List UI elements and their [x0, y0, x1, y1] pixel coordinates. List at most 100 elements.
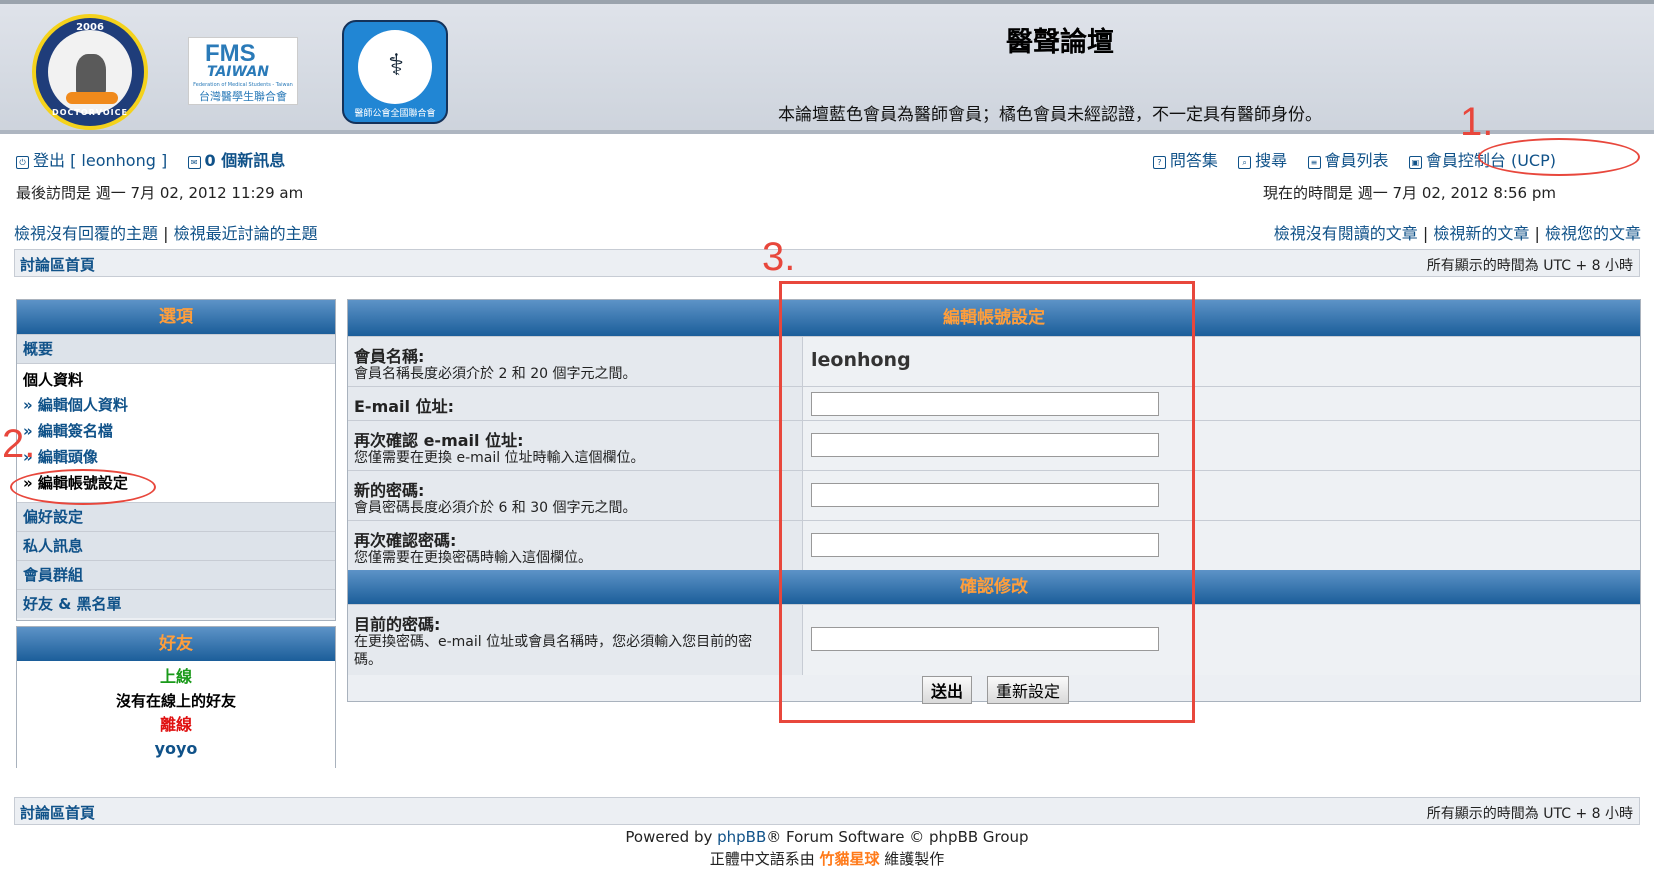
faq-link[interactable]: ? 問答集 — [1152, 151, 1218, 170]
confirm-password-desc: 您僅需要在更換密碼時輸入這個欄位。 — [354, 550, 592, 566]
user-nav-left: ⏻ 登出 [ leonhong ] ✉ 0 個新訊息 — [16, 147, 285, 171]
username-label: 會員名稱: — [354, 347, 425, 366]
sidebar-item-friends-foes[interactable]: 好友 & 黑名單 — [17, 589, 335, 618]
sidebar-item-preferences[interactable]: 偏好設定 — [17, 502, 335, 531]
friends-title: 好友 — [17, 627, 335, 661]
friend-yoyo-link[interactable]: yoyo — [17, 737, 335, 761]
username-label-cell: 會員名稱: 會員名稱長度必須介於 2 和 20 個字元之間。 — [348, 337, 803, 387]
friends-list: 上線 沒有在線上的好友 離線 yoyo — [17, 661, 335, 768]
separator: | — [1534, 224, 1540, 243]
sidebar-item-edit-profile[interactable]: » 編輯個人資料 — [23, 392, 329, 418]
annotation-oval-edit-account — [10, 469, 156, 505]
sidebar-item-label: 概要 — [23, 340, 54, 358]
sidebar-options-title: 選項 — [17, 300, 335, 334]
powered-by: Powered by phpBB® Forum Software © phpBB… — [0, 828, 1654, 846]
message-icon: ✉ — [187, 156, 201, 169]
doctorvoice-logo[interactable]: 2006 DOCTORVOICE — [32, 14, 148, 130]
footer-timezone-note: 所有顯示的時間為 UTC + 8 小時 — [1426, 806, 1633, 822]
sidebar-item-label: 好友 & 黑名單 — [23, 595, 122, 613]
separator: | — [1422, 224, 1429, 243]
annotation-step-3: 3. — [762, 235, 796, 279]
new-password-label: 新的密碼: — [354, 481, 425, 500]
sidebar-profile-title: 個人資料 — [23, 371, 84, 389]
footer-breadcrumb: 討論區首頁 所有顯示的時間為 UTC + 8 小時 — [14, 797, 1640, 825]
confirm-password-label: 再次確認密碼: — [354, 531, 457, 550]
logo-year: 2006 — [76, 22, 104, 33]
medical-association-logo[interactable]: ⚕ 醫師公會全國聯合會 — [342, 20, 448, 124]
footer-home-link[interactable]: 討論區首頁 — [20, 802, 95, 823]
email-confirm-desc: 您僅需要在更換 e-mail 位址時輸入這個欄位。 — [354, 450, 645, 466]
active-topics-link[interactable]: 檢視最近討論的主題 — [174, 224, 318, 243]
confirm-password-label-cell: 再次確認密碼: 您僅需要在更換密碼時輸入這個欄位。 — [348, 521, 803, 571]
new-posts-link[interactable]: 檢視新的文章 — [1433, 224, 1529, 243]
fms-logo-mid: TAIWAN — [207, 64, 270, 80]
fms-logo-chinese: 台灣醫學生聯合會 — [199, 90, 287, 103]
header-divider — [0, 130, 1654, 134]
sidebar-item-usergroups[interactable]: 會員群組 — [17, 560, 335, 589]
sidebar-item-label: 偏好設定 — [23, 508, 84, 526]
current-password-desc: 在更換密碼、e-mail 位址或會員名稱時，您必須輸入您目前的密碼。 — [354, 634, 753, 668]
unanswered-link[interactable]: 檢視沒有回覆的主題 — [14, 224, 158, 243]
current-password-label: 目前的密碼: — [354, 615, 441, 634]
faq-label: 問答集 — [1169, 151, 1218, 170]
sidebar-item-label: 私人訊息 — [23, 537, 84, 555]
translation-prefix: 正體中文語系由 — [709, 850, 820, 868]
your-posts-link[interactable]: 檢視您的文章 — [1545, 224, 1641, 243]
email-label: E-mail 位址: — [354, 397, 454, 416]
search-link[interactable]: ⌕ 搜尋 — [1238, 151, 1287, 170]
new-messages-link[interactable]: ✉ 0 個新訊息 — [187, 151, 286, 170]
powered-suffix: ® Forum Software © phpBB Group — [766, 828, 1029, 846]
ostrich-icon — [76, 54, 106, 94]
offline-heading: 離線 — [159, 715, 192, 734]
ucp-icon: ▣ — [1408, 156, 1422, 169]
online-heading: 上線 — [159, 667, 192, 686]
logout-label: 登出 [ leonhong ] — [33, 151, 168, 170]
tma-caption: 醫師公會全國聯合會 — [354, 109, 436, 119]
powered-prefix: Powered by — [625, 828, 718, 846]
caduceus-icon: ⚕ — [388, 48, 405, 83]
email-confirm-label: 再次確認 e-mail 位址: — [354, 431, 524, 450]
search-label: 搜尋 — [1255, 151, 1288, 170]
sidebar-item-private-messages[interactable]: 私人訊息 — [17, 531, 335, 560]
breadcrumb-home-link[interactable]: 討論區首頁 — [20, 254, 95, 275]
new-password-desc: 會員密碼長度必須介於 6 和 30 個字元之間。 — [354, 500, 637, 516]
translation-suffix: 維護製作 — [879, 850, 945, 868]
email-label-cell: E-mail 位址: — [348, 387, 803, 421]
current-time: 現在的時間是 週一 7月 02, 2012 8:56 pm — [1263, 184, 1556, 202]
current-password-label-cell: 目前的密碼: 在更換密碼、e-mail 位址或會員名稱時，您必須輸入您目前的密碼… — [348, 605, 803, 675]
sidebar-item-edit-avatar[interactable]: » 編輯頭像 — [23, 444, 329, 470]
faq-icon: ? — [1152, 156, 1166, 169]
members-link[interactable]: ≡ 會員列表 — [1307, 151, 1389, 170]
sidebar-friends-panel: 好友 上線 沒有在線上的好友 離線 yoyo — [16, 626, 336, 768]
site-title: 醫聲論壇 — [1006, 27, 1114, 58]
phpbb-link[interactable]: phpBB — [717, 828, 766, 846]
sidebar-item-label: 會員群組 — [23, 566, 84, 584]
separator: | — [163, 224, 169, 243]
annotation-step-2: 2. — [2, 422, 36, 466]
sidebar-options-panel: 選項 概要 個人資料 » 編輯個人資料 » 編輯簽名檔 » 編輯頭像 » 編輯帳… — [16, 299, 336, 621]
fms-taiwan-logo[interactable]: FMS TAIWAN Federation of Medical Student… — [188, 37, 298, 105]
search-links-right: 檢視沒有閱讀的文章 | 檢視新的文章 | 檢視您的文章 — [1274, 220, 1641, 244]
email-confirm-label-cell: 再次確認 e-mail 位址: 您僅需要在更換 e-mail 位址時輸入這個欄位… — [348, 421, 803, 471]
search-icon: ⌕ — [1238, 156, 1252, 169]
site-header: 2006 DOCTORVOICE FMS TAIWAN Federation o… — [0, 0, 1654, 134]
annotation-rect-form — [779, 281, 1195, 723]
no-online-friends: 沒有在線上的好友 — [115, 692, 236, 710]
sidebar-item-overview[interactable]: 概要 — [17, 334, 335, 363]
sidebar-item-edit-signature[interactable]: » 編輯簽名檔 — [23, 418, 329, 444]
translator-link[interactable]: 竹貓星球 — [819, 850, 879, 868]
annotation-oval-ucp — [1478, 138, 1640, 176]
logo-name: DOCTORVOICE — [52, 108, 128, 117]
logout-link[interactable]: ⏻ 登出 [ leonhong ] — [16, 151, 167, 170]
logout-icon: ⏻ — [16, 156, 29, 169]
timezone-note: 所有顯示的時間為 UTC + 8 小時 — [1426, 258, 1633, 274]
new-messages-label: 0 個新訊息 — [204, 151, 286, 170]
username-desc: 會員名稱長度必須介於 2 和 20 個字元之間。 — [354, 366, 637, 382]
member-list-icon: ≡ — [1307, 156, 1321, 169]
unread-posts-link[interactable]: 檢視沒有閱讀的文章 — [1274, 224, 1418, 243]
members-label: 會員列表 — [1324, 151, 1389, 170]
translation-credit: 正體中文語系由 竹貓星球 維護製作 — [0, 848, 1654, 869]
site-description: 本論壇藍色會員為醫師會員；橘色會員未經認證，不一定具有醫師身份。 — [778, 105, 1322, 125]
surfboard-icon — [66, 92, 118, 104]
annotation-step-1: 1. — [1460, 100, 1494, 144]
